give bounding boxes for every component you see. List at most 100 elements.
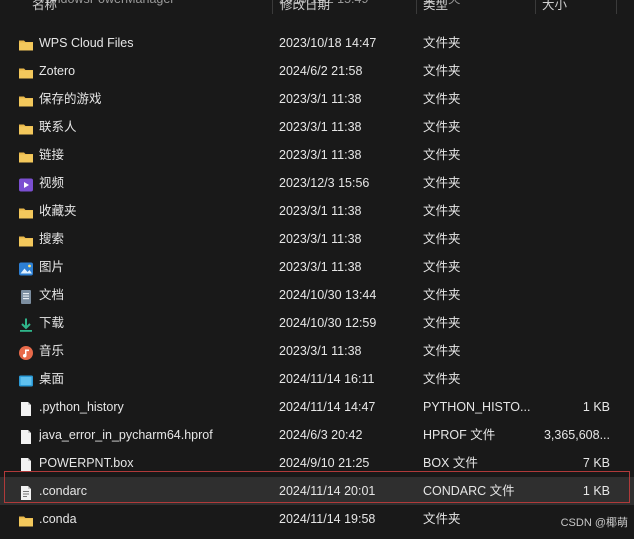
file-date: 2023/3/1 11:38 [279, 344, 362, 358]
file-row[interactable]: POWERPNT.box 2024/9/10 21:25 BOX 文件 7 KB [0, 449, 634, 477]
file-name: 联系人 [39, 120, 77, 134]
column-header: 名称 修改日期 类型 大小 [0, 0, 634, 14]
desktop-folder-icon [18, 371, 34, 387]
folder-icon [18, 119, 34, 135]
file-name: 保存的游戏 [39, 92, 102, 106]
file-date: 2024/11/14 20:01 [279, 484, 376, 498]
folder-icon [18, 203, 34, 219]
file-type: 文件夹 [423, 512, 461, 526]
file-type: HPROF 文件 [423, 428, 496, 442]
file-name: 链接 [39, 148, 65, 162]
file-type: 文件夹 [423, 344, 461, 358]
file-name: 图片 [39, 260, 65, 274]
file-name: .condarc [39, 484, 87, 498]
file-name: WPS Cloud Files [39, 36, 134, 50]
file-date: 2024/11/14 16:11 [279, 372, 375, 386]
file-name: Zotero [39, 64, 76, 78]
file-type: 文件夹 [423, 64, 461, 78]
music-folder-icon [18, 343, 34, 360]
header-separator[interactable] [272, 0, 273, 14]
file-icon [18, 399, 34, 416]
file-date: 2023/3/1 11:38 [279, 232, 362, 246]
file-name: 收藏夹 [39, 204, 77, 218]
file-row[interactable]: 文档 2024/10/30 13:44 文件夹 [0, 281, 634, 309]
file-row[interactable]: WPS Cloud Files 2023/10/18 14:47 文件夹 [0, 29, 634, 57]
file-size: 3,365,608... [543, 428, 610, 442]
file-name: .conda [39, 512, 77, 526]
file-row[interactable]: .conda 2024/11/14 19:58 文件夹 [0, 505, 634, 533]
file-row-selected[interactable]: .condarc 2024/11/14 20:01 CONDARC 文件 1 KB [0, 477, 634, 505]
file-date: 2023/3/1 11:38 [279, 260, 362, 274]
file-row[interactable]: 收藏夹 2023/3/1 11:38 文件夹 [0, 197, 634, 225]
downloads-folder-icon [18, 315, 34, 332]
file-type: 文件夹 [423, 36, 461, 50]
file-icon [18, 455, 34, 472]
file-type: 文件夹 [423, 288, 461, 302]
documents-folder-icon [18, 287, 34, 304]
file-row[interactable]: 保存的游戏 2023/3/1 11:38 文件夹 [0, 85, 634, 113]
folder-icon [18, 147, 34, 163]
header-name[interactable]: 名称 [32, 0, 57, 14]
file-name: 视频 [39, 176, 65, 190]
file-row[interactable]: 图片 2023/3/1 11:38 文件夹 [0, 253, 634, 281]
file-name: 音乐 [39, 344, 65, 358]
file-row[interactable]: 链接 2023/3/1 11:38 文件夹 [0, 141, 634, 169]
file-name: .python_history [39, 400, 124, 414]
file-name: 文档 [39, 288, 65, 302]
file-date: 2023/3/1 11:38 [279, 148, 362, 162]
file-date: 2023/3/1 11:38 [279, 120, 362, 134]
header-size[interactable]: 大小 [542, 0, 567, 14]
header-type[interactable]: 类型 [423, 0, 448, 14]
file-row[interactable]: Zotero 2024/6/2 21:58 文件夹 [0, 57, 634, 85]
header-separator[interactable] [616, 0, 617, 14]
file-row[interactable]: 搜索 2023/3/1 11:38 文件夹 [0, 225, 634, 253]
file-date: 2023/3/1 11:38 [279, 92, 362, 106]
file-name: 搜索 [39, 232, 65, 246]
file-row[interactable]: java_error_in_pycharm64.hprof 2024/6/3 20… [0, 421, 634, 449]
file-name: POWERPNT.box [39, 456, 134, 470]
file-type: 文件夹 [423, 204, 461, 218]
folder-icon [18, 63, 34, 79]
pictures-folder-icon [18, 259, 34, 276]
file-type: 文件夹 [423, 372, 461, 386]
file-date: 2024/11/14 14:47 [279, 400, 376, 414]
file-name: java_error_in_pycharm64.hprof [39, 428, 213, 442]
file-date: 2024/10/30 13:44 [279, 288, 377, 302]
file-type: CONDARC 文件 [423, 484, 515, 498]
file-date: 2024/6/2 21:58 [279, 64, 363, 78]
file-type: 文件夹 [423, 92, 461, 106]
text-file-icon [18, 483, 34, 500]
file-type: BOX 文件 [423, 456, 478, 470]
folder-icon [18, 511, 34, 527]
file-row[interactable]: 音乐 2023/3/1 11:38 文件夹 [0, 337, 634, 365]
file-name: 桌面 [39, 372, 65, 386]
file-date: 2024/6/3 20:42 [279, 428, 363, 442]
file-size: 1 KB [582, 484, 610, 498]
file-type: 文件夹 [423, 120, 461, 134]
folder-icon [18, 231, 34, 247]
file-date: 2024/10/30 12:59 [279, 316, 377, 330]
file-type: PYTHON_HISTO... [423, 400, 531, 414]
file-size: 1 KB [582, 400, 610, 414]
folder-icon [18, 35, 34, 51]
file-type: 文件夹 [423, 260, 461, 274]
file-name: 下载 [39, 316, 65, 330]
file-row[interactable]: 下载 2024/10/30 12:59 文件夹 [0, 309, 634, 337]
file-date: 2024/9/10 21:25 [279, 456, 370, 470]
file-type: 文件夹 [423, 232, 461, 246]
video-folder-icon [18, 175, 34, 192]
header-date[interactable]: 修改日期 [280, 0, 330, 14]
file-row[interactable]: 桌面 2024/11/14 16:11 文件夹 [0, 365, 634, 393]
file-row[interactable]: 联系人 2023/3/1 11:38 文件夹 [0, 113, 634, 141]
file-type: 文件夹 [423, 148, 461, 162]
file-date: 2024/11/14 19:58 [279, 512, 376, 526]
file-row[interactable]: .python_history 2024/11/14 14:47 PYTHON_HI… [0, 393, 634, 421]
file-date: 2023/10/18 14:47 [279, 36, 377, 50]
file-type: 文件夹 [423, 316, 461, 330]
watermark: CSDN @椰萌 [560, 517, 628, 529]
file-row[interactable]: 视频 2023/12/3 15:56 文件夹 [0, 169, 634, 197]
header-separator[interactable] [416, 0, 417, 14]
header-separator[interactable] [535, 0, 536, 14]
file-size: 7 KB [582, 456, 610, 470]
file-type: 文件夹 [423, 176, 461, 190]
